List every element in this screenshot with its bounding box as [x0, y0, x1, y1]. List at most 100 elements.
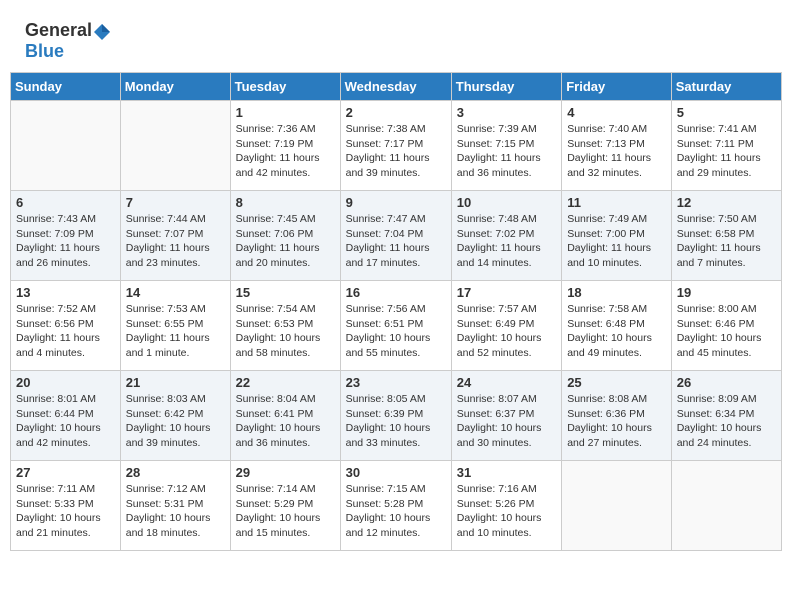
day-cell: 5 Sunrise: 7:41 AM Sunset: 7:11 PM Daylig…	[671, 101, 781, 191]
day-cell: 2 Sunrise: 7:38 AM Sunset: 7:17 PM Daylig…	[340, 101, 451, 191]
day-cell: 29 Sunrise: 7:14 AM Sunset: 5:29 PM Dayli…	[230, 461, 340, 551]
day-cell: 14 Sunrise: 7:53 AM Sunset: 6:55 PM Dayli…	[120, 281, 230, 371]
day-number: 14	[126, 285, 225, 300]
day-cell: 19 Sunrise: 8:00 AM Sunset: 6:46 PM Dayli…	[671, 281, 781, 371]
day-number: 28	[126, 465, 225, 480]
day-number: 11	[567, 195, 666, 210]
day-cell: 10 Sunrise: 7:48 AM Sunset: 7:02 PM Dayli…	[451, 191, 561, 281]
day-cell: 21 Sunrise: 8:03 AM Sunset: 6:42 PM Dayli…	[120, 371, 230, 461]
day-info: Sunrise: 7:57 AM Sunset: 6:49 PM Dayligh…	[457, 302, 556, 361]
week-row-2: 6Sunrise: 7:43 AM Sunset: 7:09 PM Daylig…	[11, 191, 782, 281]
day-cell: 12Sunrise: 7:50 AM Sunset: 6:58 PM Dayli…	[671, 191, 781, 281]
day-info: Sunrise: 7:58 AM Sunset: 6:48 PM Dayligh…	[567, 302, 666, 361]
day-number: 2	[346, 105, 446, 120]
day-cell	[120, 101, 230, 191]
logo-blue-text: Blue	[25, 41, 64, 61]
day-cell: 6Sunrise: 7:43 AM Sunset: 7:09 PM Daylig…	[11, 191, 121, 281]
day-info: Sunrise: 7:47 AM Sunset: 7:04 PM Dayligh…	[346, 212, 446, 271]
day-cell: 26 Sunrise: 8:09 AM Sunset: 6:34 PM Dayli…	[671, 371, 781, 461]
day-info: Sunrise: 7:52 AM Sunset: 6:56 PM Dayligh…	[16, 302, 115, 361]
day-info: Sunrise: 7:15 AM Sunset: 5:28 PM Dayligh…	[346, 482, 446, 541]
day-cell: 3 Sunrise: 7:39 AM Sunset: 7:15 PM Daylig…	[451, 101, 561, 191]
day-info: Sunrise: 8:08 AM Sunset: 6:36 PM Dayligh…	[567, 392, 666, 451]
col-header-sunday: Sunday	[11, 73, 121, 101]
day-cell: 18 Sunrise: 7:58 AM Sunset: 6:48 PM Dayli…	[562, 281, 672, 371]
day-info: Sunrise: 7:39 AM Sunset: 7:15 PM Dayligh…	[457, 122, 556, 181]
day-cell: 11 Sunrise: 7:49 AM Sunset: 7:00 PM Dayli…	[562, 191, 672, 281]
day-number: 25	[567, 375, 666, 390]
day-cell: 22 Sunrise: 8:04 AM Sunset: 6:41 PM Dayli…	[230, 371, 340, 461]
day-info: Sunrise: 7:40 AM Sunset: 7:13 PM Dayligh…	[567, 122, 666, 181]
day-number: 20	[16, 375, 115, 390]
day-cell: 7Sunrise: 7:44 AM Sunset: 7:07 PM Daylig…	[120, 191, 230, 281]
day-number: 29	[236, 465, 335, 480]
day-number: 21	[126, 375, 225, 390]
week-row-3: 13Sunrise: 7:52 AM Sunset: 6:56 PM Dayli…	[11, 281, 782, 371]
day-info: Sunrise: 7:49 AM Sunset: 7:00 PM Dayligh…	[567, 212, 666, 271]
day-number: 5	[677, 105, 776, 120]
day-info: Sunrise: 7:54 AM Sunset: 6:53 PM Dayligh…	[236, 302, 335, 361]
day-number: 4	[567, 105, 666, 120]
day-info: Sunrise: 7:12 AM Sunset: 5:31 PM Dayligh…	[126, 482, 225, 541]
day-info: Sunrise: 7:48 AM Sunset: 7:02 PM Dayligh…	[457, 212, 556, 271]
logo: General Blue	[25, 20, 112, 62]
day-cell: 27 Sunrise: 7:11 AM Sunset: 5:33 PM Dayli…	[11, 461, 121, 551]
day-info: Sunrise: 8:07 AM Sunset: 6:37 PM Dayligh…	[457, 392, 556, 451]
day-cell: 4 Sunrise: 7:40 AM Sunset: 7:13 PM Daylig…	[562, 101, 672, 191]
col-header-thursday: Thursday	[451, 73, 561, 101]
logo-block: General Blue	[25, 20, 112, 62]
day-cell: 30Sunrise: 7:15 AM Sunset: 5:28 PM Dayli…	[340, 461, 451, 551]
day-cell: 9 Sunrise: 7:47 AM Sunset: 7:04 PM Daylig…	[340, 191, 451, 281]
day-number: 3	[457, 105, 556, 120]
day-number: 9	[346, 195, 446, 210]
day-cell	[671, 461, 781, 551]
day-cell: 1Sunrise: 7:36 AM Sunset: 7:19 PM Daylig…	[230, 101, 340, 191]
day-cell: 24 Sunrise: 8:07 AM Sunset: 6:37 PM Dayli…	[451, 371, 561, 461]
day-cell: 23Sunrise: 8:05 AM Sunset: 6:39 PM Dayli…	[340, 371, 451, 461]
col-header-wednesday: Wednesday	[340, 73, 451, 101]
day-info: Sunrise: 8:03 AM Sunset: 6:42 PM Dayligh…	[126, 392, 225, 451]
day-info: Sunrise: 7:44 AM Sunset: 7:07 PM Dayligh…	[126, 212, 225, 271]
day-number: 22	[236, 375, 335, 390]
day-cell: 17 Sunrise: 7:57 AM Sunset: 6:49 PM Dayli…	[451, 281, 561, 371]
day-number: 10	[457, 195, 556, 210]
col-header-monday: Monday	[120, 73, 230, 101]
day-cell: 31Sunrise: 7:16 AM Sunset: 5:26 PM Dayli…	[451, 461, 561, 551]
day-number: 27	[16, 465, 115, 480]
day-number: 19	[677, 285, 776, 300]
day-cell: 8 Sunrise: 7:45 AM Sunset: 7:06 PM Daylig…	[230, 191, 340, 281]
day-number: 26	[677, 375, 776, 390]
day-number: 24	[457, 375, 556, 390]
day-number: 23	[346, 375, 446, 390]
week-row-5: 27 Sunrise: 7:11 AM Sunset: 5:33 PM Dayli…	[11, 461, 782, 551]
day-cell: 13Sunrise: 7:52 AM Sunset: 6:56 PM Dayli…	[11, 281, 121, 371]
day-info: Sunrise: 7:36 AM Sunset: 7:19 PM Dayligh…	[236, 122, 335, 181]
day-number: 15	[236, 285, 335, 300]
day-info: Sunrise: 7:11 AM Sunset: 5:33 PM Dayligh…	[16, 482, 115, 541]
day-number: 16	[346, 285, 446, 300]
day-number: 8	[236, 195, 335, 210]
day-info: Sunrise: 7:14 AM Sunset: 5:29 PM Dayligh…	[236, 482, 335, 541]
day-info: Sunrise: 7:53 AM Sunset: 6:55 PM Dayligh…	[126, 302, 225, 361]
day-number: 18	[567, 285, 666, 300]
day-cell: 15 Sunrise: 7:54 AM Sunset: 6:53 PM Dayli…	[230, 281, 340, 371]
calendar-table: SundayMondayTuesdayWednesdayThursdayFrid…	[10, 72, 782, 551]
day-cell	[11, 101, 121, 191]
day-number: 17	[457, 285, 556, 300]
logo-general-text: General	[25, 20, 92, 40]
day-number: 12	[677, 195, 776, 210]
day-info: Sunrise: 7:45 AM Sunset: 7:06 PM Dayligh…	[236, 212, 335, 271]
day-info: Sunrise: 8:09 AM Sunset: 6:34 PM Dayligh…	[677, 392, 776, 451]
day-info: Sunrise: 8:00 AM Sunset: 6:46 PM Dayligh…	[677, 302, 776, 361]
day-info: Sunrise: 7:56 AM Sunset: 6:51 PM Dayligh…	[346, 302, 446, 361]
day-number: 31	[457, 465, 556, 480]
col-header-tuesday: Tuesday	[230, 73, 340, 101]
day-info: Sunrise: 8:04 AM Sunset: 6:41 PM Dayligh…	[236, 392, 335, 451]
logo-icon	[93, 23, 111, 41]
calendar-header-row: SundayMondayTuesdayWednesdayThursdayFrid…	[11, 73, 782, 101]
day-cell: 16 Sunrise: 7:56 AM Sunset: 6:51 PM Dayli…	[340, 281, 451, 371]
day-cell: 28 Sunrise: 7:12 AM Sunset: 5:31 PM Dayli…	[120, 461, 230, 551]
day-info: Sunrise: 8:01 AM Sunset: 6:44 PM Dayligh…	[16, 392, 115, 451]
day-info: Sunrise: 7:38 AM Sunset: 7:17 PM Dayligh…	[346, 122, 446, 181]
day-info: Sunrise: 7:41 AM Sunset: 7:11 PM Dayligh…	[677, 122, 776, 181]
